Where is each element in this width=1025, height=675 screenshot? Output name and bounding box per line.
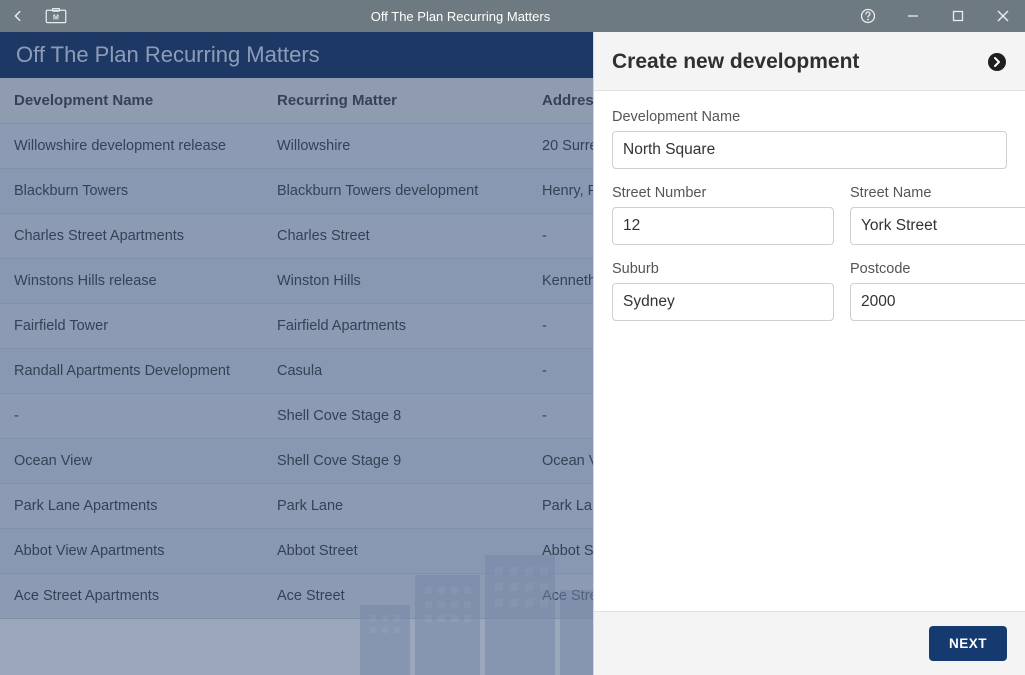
label-dev-name: Development Name bbox=[612, 109, 1007, 125]
label-suburb: Suburb bbox=[612, 261, 834, 277]
panel-header: Create new development bbox=[594, 32, 1025, 91]
field-postcode: Postcode bbox=[850, 261, 1025, 321]
back-button[interactable] bbox=[0, 0, 36, 32]
field-street-number: Street Number bbox=[612, 185, 834, 245]
input-dev-name[interactable] bbox=[612, 131, 1007, 169]
input-postcode[interactable] bbox=[850, 283, 1025, 321]
label-postcode: Postcode bbox=[850, 261, 1025, 277]
create-development-panel: Create new development Development Name … bbox=[593, 32, 1025, 675]
close-button[interactable] bbox=[980, 0, 1025, 32]
label-street-number: Street Number bbox=[612, 185, 834, 201]
chevron-circle-right-icon[interactable] bbox=[987, 52, 1007, 72]
matter-icon[interactable]: M bbox=[36, 0, 76, 32]
window-controls bbox=[845, 0, 1025, 32]
maximize-button[interactable] bbox=[935, 0, 980, 32]
svg-text:M: M bbox=[53, 14, 59, 22]
window-titlebar: M Off The Plan Recurring Matters bbox=[0, 0, 1025, 32]
panel-body: Development Name Street Number Street Na… bbox=[594, 91, 1025, 611]
field-street-name: Street Name bbox=[850, 185, 1025, 245]
minimize-button[interactable] bbox=[890, 0, 935, 32]
panel-footer: NEXT bbox=[594, 611, 1025, 675]
label-street-name: Street Name bbox=[850, 185, 1025, 201]
input-street-name[interactable] bbox=[850, 207, 1025, 245]
window-title: Off The Plan Recurring Matters bbox=[76, 9, 845, 24]
field-dev-name: Development Name bbox=[612, 109, 1007, 169]
panel-title: Create new development bbox=[612, 50, 859, 74]
field-suburb: Suburb bbox=[612, 261, 834, 321]
help-button[interactable] bbox=[845, 0, 890, 32]
titlebar-nav: M bbox=[0, 0, 76, 32]
next-button[interactable]: NEXT bbox=[929, 626, 1007, 661]
input-suburb[interactable] bbox=[612, 283, 834, 321]
input-street-number[interactable] bbox=[612, 207, 834, 245]
